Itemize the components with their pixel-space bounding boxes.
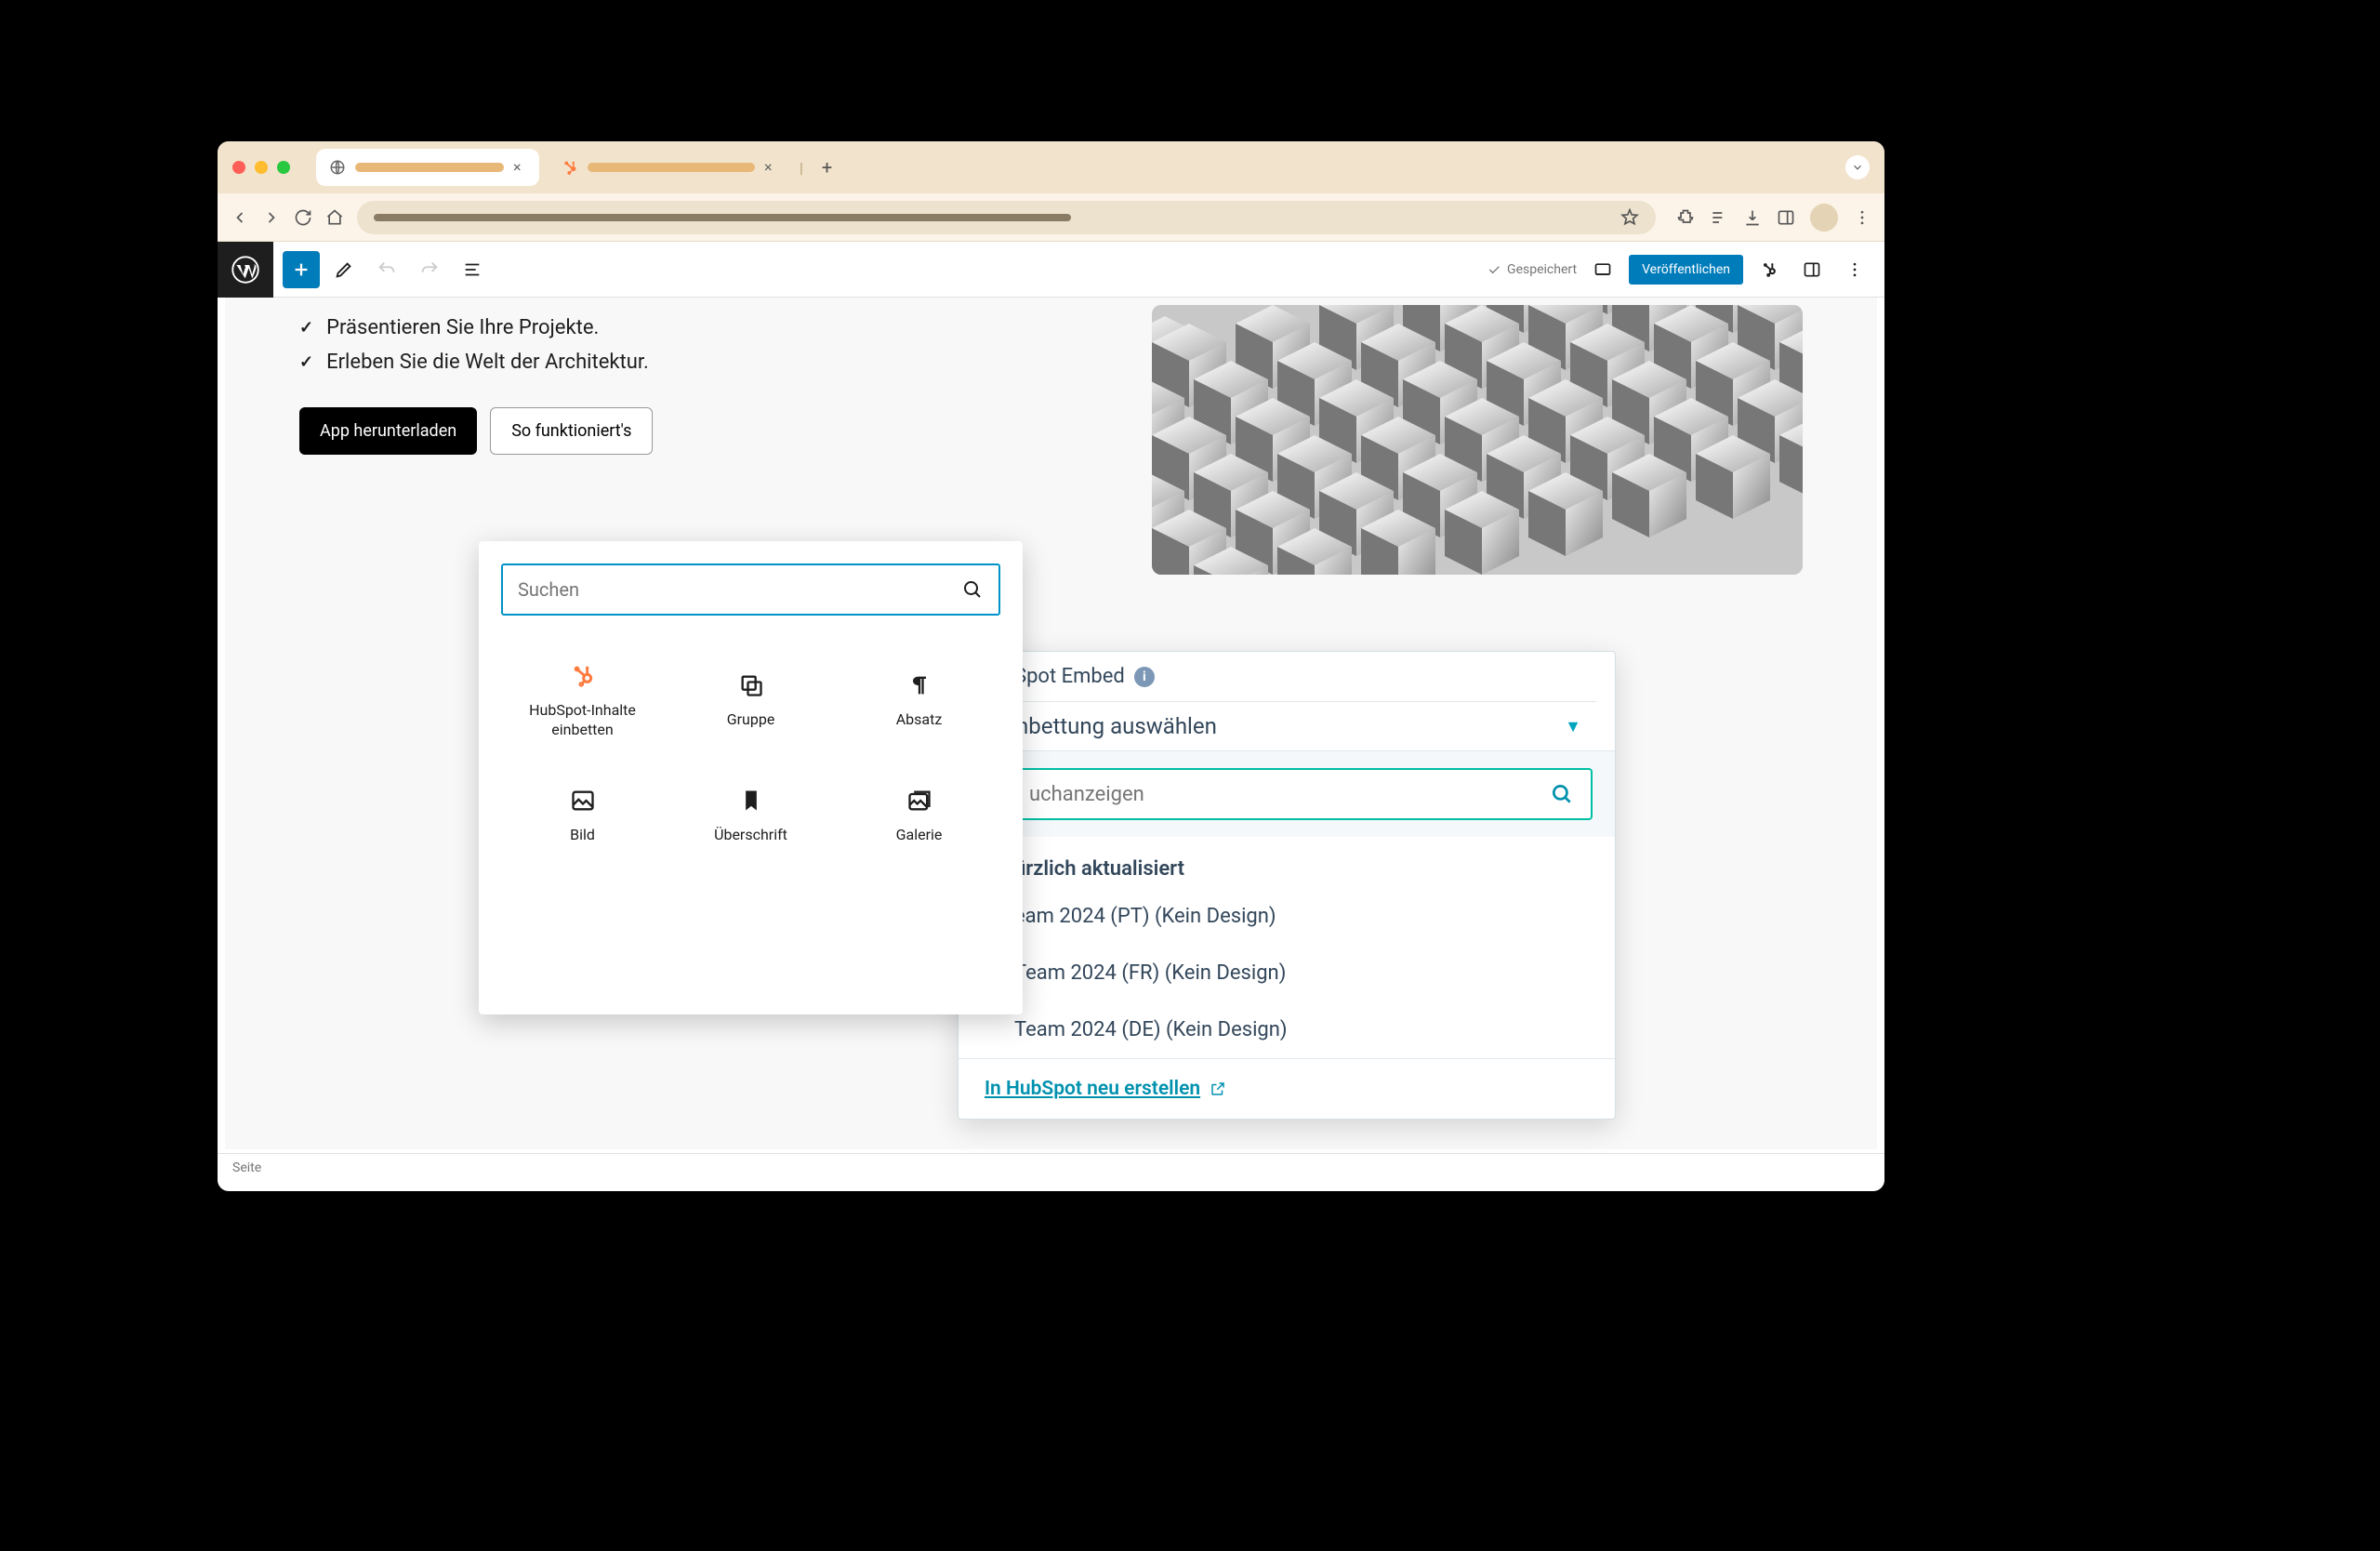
url-placeholder — [374, 214, 1071, 221]
block-image[interactable]: Bild — [501, 766, 664, 866]
feature-item[interactable]: Präsentieren Sie Ihre Projekte. — [299, 311, 1096, 345]
block-group[interactable]: Gruppe — [669, 642, 832, 761]
nav-forward-button[interactable] — [262, 208, 281, 227]
block-label: HubSpot-Inhalte einbetten — [507, 701, 658, 740]
extensions-icon[interactable] — [1676, 208, 1695, 227]
browser-tab-2[interactable]: × — [549, 149, 790, 186]
tab-title-placeholder — [588, 163, 755, 172]
hubspot-icon — [569, 662, 597, 690]
tab-divider: | — [800, 159, 803, 177]
block-paragraph[interactable]: Absatz — [838, 642, 1000, 761]
bookmark-star-icon[interactable] — [1620, 208, 1639, 227]
block-search-field[interactable] — [501, 563, 1000, 616]
block-label: Überschrift — [714, 826, 787, 845]
tab-close-icon[interactable]: × — [513, 161, 526, 174]
feature-list: Präsentieren Sie Ihre Projekte. Erleben … — [299, 311, 1096, 379]
hubspot-panel-footer: In HubSpot neu erstellen — [959, 1058, 1615, 1119]
tab-list-dropdown[interactable] — [1845, 155, 1870, 179]
document-overview-button[interactable] — [454, 251, 491, 288]
edit-mode-button[interactable] — [325, 251, 363, 288]
info-icon[interactable]: i — [1134, 667, 1155, 687]
maximize-window-button[interactable] — [277, 161, 290, 174]
feature-item[interactable]: Erleben Sie die Welt der Architektur. — [299, 345, 1096, 379]
heading-icon — [737, 787, 765, 815]
hero-image[interactable] — [1152, 305, 1803, 575]
hubspot-search-input[interactable] — [1029, 783, 1550, 806]
home-button[interactable] — [325, 208, 344, 227]
saved-status: Gespeichert — [1487, 262, 1577, 277]
editor-footer: Seite — [218, 1153, 1884, 1181]
external-link-icon — [1210, 1080, 1226, 1097]
browser-menu-icon[interactable] — [1853, 208, 1871, 227]
hubspot-create-new-link[interactable]: In HubSpot neu erstellen — [985, 1078, 1589, 1100]
hubspot-panel-header: Spot Embed i — [959, 652, 1615, 701]
block-label: Galerie — [896, 826, 943, 845]
block-label: Bild — [570, 826, 595, 845]
image-icon — [569, 787, 597, 815]
tab-strip: × × | + — [218, 141, 1884, 193]
content-column-left: Präsentieren Sie Ihre Projekte. Erleben … — [299, 305, 1096, 575]
undo-button[interactable] — [368, 251, 405, 288]
hubspot-recent-list: eam 2024 (PT) (Kein Design) Team 2024 (F… — [959, 888, 1615, 1058]
hubspot-list-item[interactable]: Team 2024 (DE) (Kein Design) — [959, 1001, 1615, 1058]
search-icon — [961, 578, 984, 601]
preview-button[interactable] — [1586, 253, 1620, 286]
minimize-window-button[interactable] — [255, 161, 268, 174]
hubspot-list-item[interactable]: Team 2024 (FR) (Kein Design) — [959, 945, 1615, 1001]
group-icon — [737, 671, 765, 699]
address-bar — [218, 193, 1884, 242]
nav-back-button[interactable] — [231, 208, 249, 227]
globe-icon — [329, 159, 346, 176]
gallery-icon — [906, 787, 933, 815]
profile-avatar[interactable] — [1810, 204, 1838, 232]
browser-tab-1[interactable]: × — [316, 149, 539, 186]
hubspot-select-label: nbettung auswählen — [1016, 713, 1217, 739]
tab-title-placeholder — [355, 163, 504, 172]
block-label: Gruppe — [727, 710, 775, 730]
tab-close-icon[interactable]: × — [764, 161, 777, 174]
hubspot-toolbar-icon[interactable] — [1752, 253, 1786, 286]
redo-button[interactable] — [411, 251, 448, 288]
downloads-icon[interactable] — [1743, 208, 1762, 227]
wp-editor-toolbar: Gespeichert Veröffentlichen — [218, 242, 1884, 298]
how-it-works-button[interactable]: So funktioniert's — [490, 407, 653, 455]
block-search-input[interactable] — [518, 578, 961, 601]
download-app-button[interactable]: App herunterladen — [299, 407, 477, 455]
hubspot-select-embed[interactable]: nbettung auswählen ▼ — [1014, 701, 1596, 750]
caret-down-icon: ▼ — [1565, 717, 1581, 736]
hubspot-section-title: ürzlich aktualisiert — [959, 837, 1615, 888]
block-inserter-popover: HubSpot-Inhalte einbetten Gruppe Absatz … — [479, 541, 1023, 1014]
new-tab-button[interactable]: + — [813, 156, 841, 179]
hubspot-panel-title: Spot Embed — [1014, 665, 1125, 688]
hubspot-favicon-icon — [562, 159, 578, 176]
wordpress-logo[interactable] — [218, 242, 273, 298]
hubspot-list-item[interactable]: eam 2024 (PT) (Kein Design) — [959, 888, 1615, 945]
side-panel-icon[interactable] — [1777, 208, 1795, 227]
add-block-button[interactable] — [283, 251, 320, 288]
hubspot-embed-panel: Spot Embed i nbettung auswählen ▼ ürzlic… — [958, 651, 1616, 1120]
reload-button[interactable] — [294, 208, 312, 227]
settings-sidebar-button[interactable] — [1795, 253, 1829, 286]
block-heading[interactable]: Überschrift — [669, 766, 832, 866]
url-input[interactable] — [357, 201, 1656, 234]
search-icon — [1550, 782, 1574, 806]
options-menu-button[interactable] — [1838, 253, 1871, 286]
close-window-button[interactable] — [232, 161, 245, 174]
hubspot-search-field[interactable] — [981, 768, 1593, 820]
paragraph-icon — [906, 671, 933, 699]
window-controls — [232, 161, 290, 174]
block-hubspot-embed[interactable]: HubSpot-Inhalte einbetten — [501, 642, 664, 761]
publish-button[interactable]: Veröffentlichen — [1629, 255, 1743, 285]
block-label: Absatz — [896, 710, 943, 730]
media-icon[interactable] — [1710, 208, 1728, 227]
block-gallery[interactable]: Galerie — [838, 766, 1000, 866]
